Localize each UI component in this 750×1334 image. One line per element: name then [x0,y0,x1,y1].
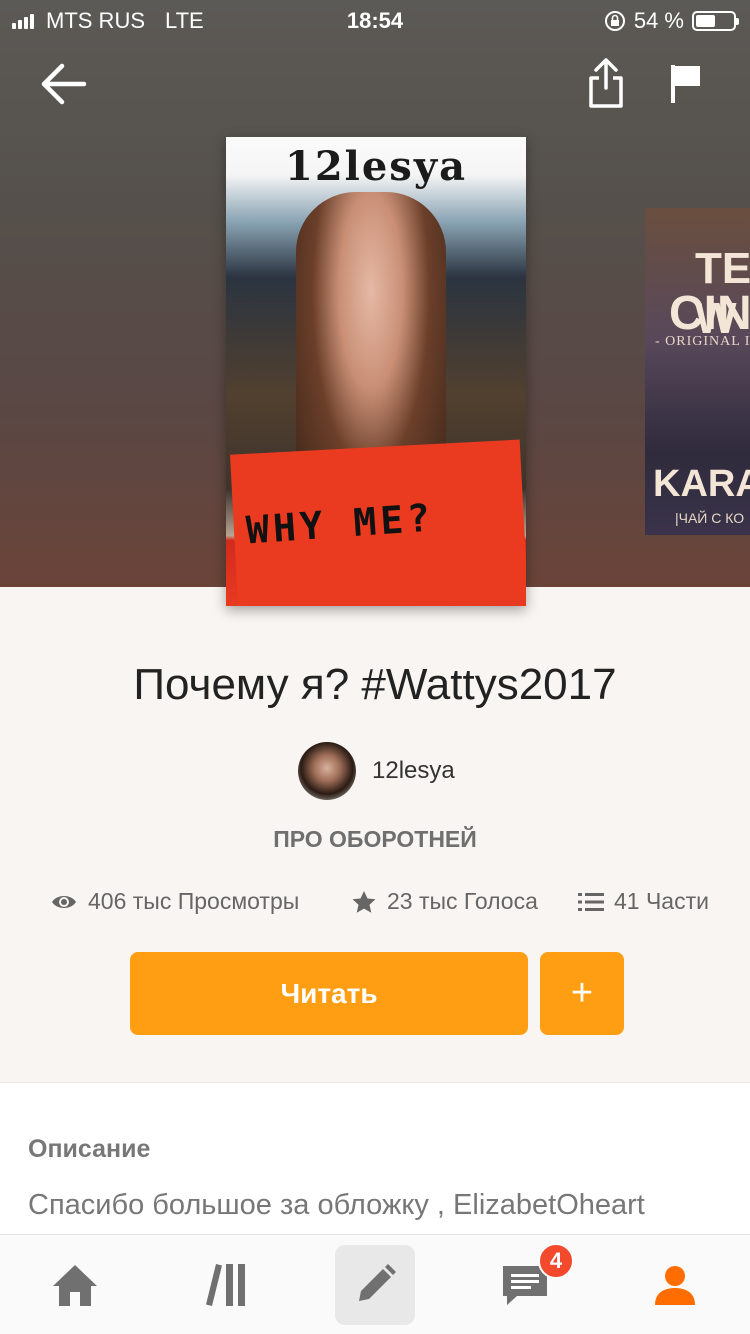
battery-fill [696,15,716,27]
votes-count: 23 тыс Голоса [387,888,538,914]
messages-badge: 4 [538,1243,574,1279]
back-button[interactable] [40,62,88,106]
avatar [298,742,356,800]
author-link[interactable]: 12lesya [298,742,455,800]
next-cover-line4: KARA D [653,463,750,505]
author-name: 12lesya [372,757,455,784]
category-link[interactable]: ПРО ОБОРОТНЕЙ [0,826,750,853]
next-cover-line3: - ORIGINAL I [655,334,750,349]
tab-library[interactable] [186,1245,266,1325]
story-title: Почему я? #Wattys2017 [133,660,617,709]
next-cover-line2: CINNA [669,287,750,340]
share-button[interactable] [586,56,626,110]
eye-icon [52,895,76,908]
flag-icon [671,65,700,103]
description-text: Спасибо большое за обложку , ElizabetOhe… [28,1189,645,1221]
library-icon [206,1264,245,1306]
write-icon [359,1264,396,1301]
home-icon [53,1265,97,1306]
share-icon [589,58,623,108]
tab-profile[interactable] [635,1245,715,1325]
arrow-left-icon [41,63,87,105]
views-count: 406 тыс Просмотры [88,888,300,914]
parts-stat: 41 Части [578,888,709,915]
list-icon [578,892,604,911]
battery-percent: 54 % [633,8,684,33]
next-story-cover[interactable]: TEA W CINNA - ORIGINAL I KARA D |ЧАЙ С К… [645,208,750,535]
star-icon [352,890,376,913]
read-button[interactable]: Читать [130,952,528,1035]
votes-stat: 23 тыс Голоса [351,888,538,915]
story-cover[interactable]: 12lesya WHY ME? [226,137,526,606]
cover-author-text: 12lesya [285,143,467,190]
rotation-lock-icon [604,11,625,31]
bottom-tab-bar [0,1234,750,1334]
battery-icon [692,11,739,31]
add-to-library-button[interactable]: + [540,952,624,1035]
report-button[interactable] [668,62,704,106]
tab-home[interactable] [35,1245,115,1325]
description-label: Описание [28,1135,151,1163]
profile-icon [655,1266,695,1305]
status-bar: MTS RUS LTE 18:54 54 % [0,0,750,40]
views-stat: 406 тыс Просмотры [50,888,299,915]
next-cover-line5: |ЧАЙ С КО [675,510,745,526]
parts-count: 41 Части [614,888,709,914]
status-right: 54 % [604,8,739,34]
story-stats: 406 тыс Просмотры 23 тыс Голоса 41 Части [0,888,750,922]
tab-write[interactable] [335,1245,415,1325]
